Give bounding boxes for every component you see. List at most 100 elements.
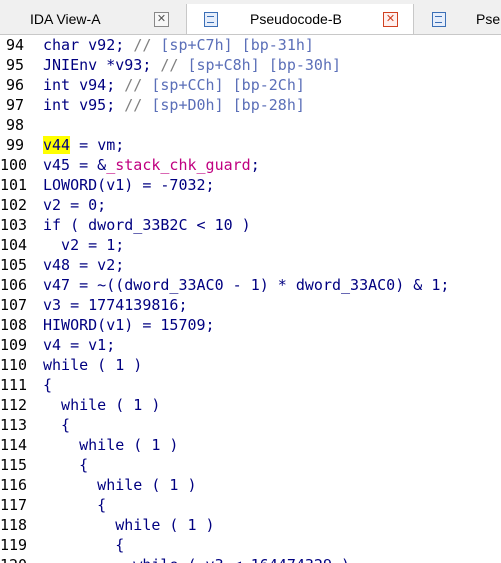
code-line[interactable]: 112 while ( 1 ) bbox=[0, 395, 501, 415]
line-number: 110 bbox=[0, 356, 28, 374]
code-text[interactable]: { bbox=[43, 535, 124, 555]
code-token: // bbox=[124, 76, 152, 94]
code-text[interactable]: LOWORD(v1) = -7032; bbox=[43, 175, 215, 195]
code-line[interactable]: 94 char v92; // [sp+C7h] [bp-31h] bbox=[0, 35, 501, 55]
code-text[interactable]: v44 = vm; bbox=[43, 135, 124, 155]
code-text[interactable]: v2 = 0; bbox=[43, 195, 106, 215]
code-token: { bbox=[43, 456, 89, 474]
code-line[interactable]: 98 bbox=[0, 115, 501, 135]
code-token: vm bbox=[97, 136, 116, 154]
code-token: int v95; bbox=[43, 96, 125, 114]
line-number: 96 bbox=[5, 76, 24, 94]
code-line[interactable]: 97 int v95; // [sp+D0h] [bp-28h] bbox=[0, 95, 501, 115]
code-token: while ( 1 ) bbox=[43, 476, 197, 494]
code-token: ; bbox=[250, 156, 260, 174]
code-token: JNIEnv *v93; bbox=[43, 56, 161, 74]
pseudocode-view[interactable]: 94 char v92; // [sp+C7h] [bp-31h] 95 JNIEnv… bbox=[0, 35, 501, 563]
code-line[interactable]: 111 { bbox=[0, 375, 501, 395]
code-token: v48 = v2; bbox=[43, 256, 125, 274]
tab-pseudocode-b[interactable]: Pseudocode-B ✕ bbox=[186, 4, 414, 34]
tab-ida-view-a[interactable]: IDA View-A ✕ bbox=[0, 6, 186, 32]
line-number: 115 bbox=[0, 456, 28, 474]
line-number: 94 bbox=[5, 36, 24, 54]
line-number: 116 bbox=[0, 476, 28, 494]
code-text[interactable]: JNIEnv *v93; // [sp+C8h] [bp-30h] bbox=[43, 55, 341, 75]
code-token: { bbox=[43, 536, 125, 554]
code-line[interactable]: 108 HIWORD(v1) = 15709; bbox=[0, 315, 501, 335]
code-token: // bbox=[124, 96, 152, 114]
code-token: _stack_chk_guard bbox=[106, 156, 251, 174]
line-number: 107 bbox=[0, 296, 28, 314]
code-line[interactable]: 117 { bbox=[0, 495, 501, 515]
code-text[interactable]: while ( 1 ) bbox=[43, 515, 214, 535]
code-token: // bbox=[133, 36, 161, 54]
code-text[interactable]: int v95; // [sp+D0h] [bp-28h] bbox=[43, 95, 305, 115]
code-line[interactable]: 96 int v94; // [sp+CCh] [bp-2Ch] bbox=[0, 75, 501, 95]
close-icon[interactable]: ✕ bbox=[383, 12, 398, 27]
pseudocode-icon bbox=[202, 11, 218, 27]
code-line[interactable]: 95 JNIEnv *v93; // [sp+C8h] [bp-30h] bbox=[0, 55, 501, 75]
code-token: v45 = & bbox=[43, 156, 107, 174]
pseudocode-icon bbox=[430, 11, 446, 27]
code-line[interactable]: 103 if ( dword_33B2C < 10 ) bbox=[0, 215, 501, 235]
code-text[interactable]: HIWORD(v1) = 15709; bbox=[43, 315, 215, 335]
code-line[interactable]: 105 v48 = v2; bbox=[0, 255, 501, 275]
line-number: 109 bbox=[0, 336, 28, 354]
code-line[interactable]: 119 { bbox=[0, 535, 501, 555]
code-text[interactable]: while ( 1 ) bbox=[43, 355, 142, 375]
code-token: { bbox=[43, 376, 53, 394]
code-token: if ( dword_33B2C < 10 ) bbox=[43, 216, 251, 234]
line-number: 112 bbox=[0, 396, 28, 414]
line-number: 106 bbox=[0, 276, 28, 294]
code-token: [sp+C8h] [bp-30h] bbox=[187, 56, 342, 74]
tab-label: IDA View-A bbox=[30, 11, 101, 27]
code-text[interactable]: { bbox=[43, 455, 88, 475]
code-text[interactable]: v4 = v1; bbox=[43, 335, 115, 355]
tab-label: Pse bbox=[476, 11, 501, 27]
code-text[interactable]: while ( 1 ) bbox=[43, 475, 197, 495]
code-text[interactable]: while ( 1 ) bbox=[43, 435, 178, 455]
code-text[interactable]: v45 = &_stack_chk_guard; bbox=[43, 155, 260, 175]
tab-pseudocode-partial[interactable]: Pse bbox=[414, 6, 501, 32]
code-line[interactable]: 118 while ( 1 ) bbox=[0, 515, 501, 535]
code-text[interactable]: { bbox=[43, 415, 70, 435]
code-line[interactable]: 110 while ( 1 ) bbox=[0, 355, 501, 375]
code-token: LOWORD(v1) = -7032; bbox=[43, 176, 215, 194]
code-text[interactable]: { bbox=[43, 495, 106, 515]
code-line[interactable]: 109 v4 = v1; bbox=[0, 335, 501, 355]
code-line[interactable]: 120 while ( v3 < 164474329 ) bbox=[0, 555, 501, 563]
code-line[interactable]: 102 v2 = 0; bbox=[0, 195, 501, 215]
code-text[interactable]: v3 = 1774139816; bbox=[43, 295, 188, 315]
line-number: 114 bbox=[0, 436, 28, 454]
code-line[interactable]: 99 v44 = vm; bbox=[0, 135, 501, 155]
code-token: v2 = 0; bbox=[43, 196, 107, 214]
code-line[interactable]: 116 while ( 1 ) bbox=[0, 475, 501, 495]
code-token: v47 = ~((dword_33AC0 - 1) * dword_33AC0)… bbox=[43, 276, 450, 294]
code-text[interactable]: { bbox=[43, 375, 52, 395]
line-number: 119 bbox=[0, 536, 28, 554]
line-number: 99 bbox=[5, 136, 24, 154]
code-line[interactable]: 114 while ( 1 ) bbox=[0, 435, 501, 455]
close-icon[interactable]: ✕ bbox=[154, 12, 169, 27]
code-token: v3 = 1774139816; bbox=[43, 296, 188, 314]
code-line[interactable]: 115 { bbox=[0, 455, 501, 475]
code-line[interactable]: 107 v3 = 1774139816; bbox=[0, 295, 501, 315]
code-text[interactable]: v2 = 1; bbox=[43, 235, 124, 255]
code-line[interactable]: 100 v45 = &_stack_chk_guard; bbox=[0, 155, 501, 175]
code-token: char v92; bbox=[43, 36, 134, 54]
line-number: 113 bbox=[0, 416, 28, 434]
code-token: v4 = v1; bbox=[43, 336, 116, 354]
code-line[interactable]: 113 { bbox=[0, 415, 501, 435]
code-text[interactable]: while ( v3 < 164474329 ) bbox=[43, 555, 350, 563]
code-line[interactable]: 104 v2 = 1; bbox=[0, 235, 501, 255]
code-token: [sp+D0h] [bp-28h] bbox=[151, 96, 305, 114]
code-line[interactable]: 106 v47 = ~((dword_33AC0 - 1) * dword_33A… bbox=[0, 275, 501, 295]
code-text[interactable]: while ( 1 ) bbox=[43, 395, 160, 415]
code-text[interactable]: char v92; // [sp+C7h] [bp-31h] bbox=[43, 35, 314, 55]
code-text[interactable]: v47 = ~((dword_33AC0 - 1) * dword_33AC0)… bbox=[43, 275, 449, 295]
code-text[interactable]: v48 = v2; bbox=[43, 255, 124, 275]
tab-bar: IDA View-A ✕ Pseudocode-B ✕ Pse bbox=[0, 0, 501, 35]
code-text[interactable]: int v94; // [sp+CCh] [bp-2Ch] bbox=[43, 75, 305, 95]
code-text[interactable]: if ( dword_33B2C < 10 ) bbox=[43, 215, 251, 235]
code-line[interactable]: 101 LOWORD(v1) = -7032; bbox=[0, 175, 501, 195]
